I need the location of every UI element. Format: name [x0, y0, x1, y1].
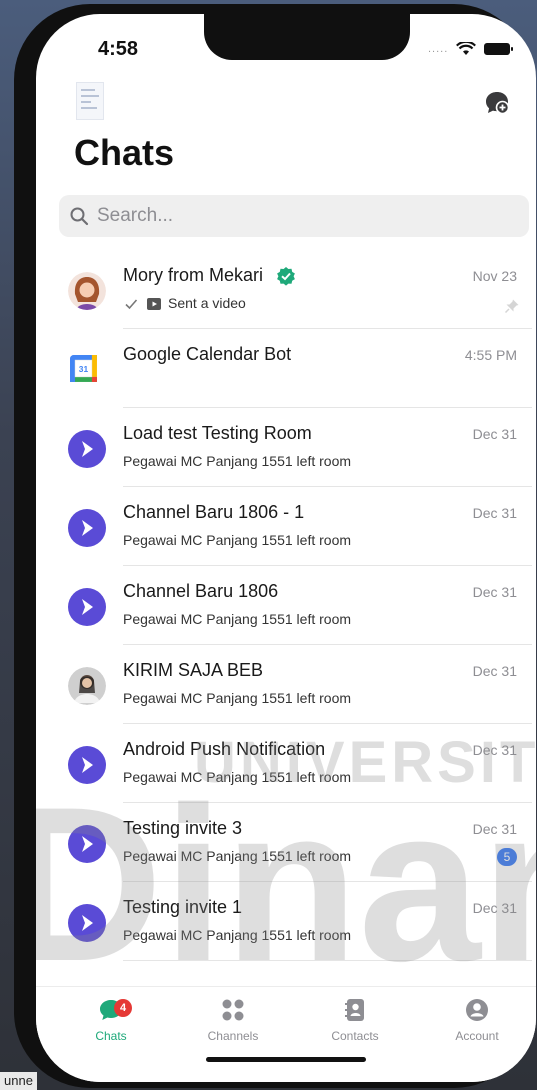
tab-chats[interactable]: 4 Chats	[56, 997, 166, 1043]
chat-row-testing-invite-3[interactable]: Testing invite 3 Pegawai MC Panjang 1551…	[36, 803, 536, 882]
contact-book-icon	[345, 999, 364, 1021]
status-indicators: .....	[428, 42, 514, 56]
person-avatar	[68, 272, 106, 310]
chat-subtitle: Pegawai MC Panjang 1551 left room	[123, 769, 352, 785]
brand-logo-avatar	[68, 430, 106, 468]
home-indicator[interactable]	[206, 1057, 366, 1062]
svg-text:31: 31	[79, 364, 89, 374]
chat-title: Mory from Mekari	[123, 265, 264, 285]
company-logo[interactable]	[76, 82, 104, 120]
photo-avatar	[68, 667, 106, 705]
chat-row-android-push-notification[interactable]: Android Push Notification Pegawai MC Pan…	[36, 724, 536, 803]
chat-time: Dec 31	[472, 584, 517, 600]
phone-frame: 4:58 ..... Chats Search... Mory from Mek…	[14, 4, 536, 1088]
tab-bar: 4 Chats Channels Contacts Account	[36, 986, 536, 1082]
chat-row-channel-baru-1806-1[interactable]: Channel Baru 1806 - 1 Pegawai MC Panjang…	[36, 487, 536, 566]
chat-title: Load test Testing Room	[123, 423, 312, 443]
grid-dots-icon	[222, 999, 244, 1021]
chat-subtitle: Pegawai MC Panjang 1551 left room	[123, 690, 352, 706]
tab-contacts[interactable]: Contacts	[300, 997, 410, 1043]
chat-row-kirim-saja-beb[interactable]: KIRIM SAJA BEB Pegawai MC Panjang 1551 l…	[36, 645, 536, 724]
battery-icon	[484, 43, 514, 55]
chat-time: Dec 31	[472, 742, 517, 758]
tab-label: Contacts	[331, 1029, 379, 1043]
chat-row-testing-invite-1[interactable]: Testing invite 1 Pegawai MC Panjang 1551…	[36, 882, 536, 961]
chat-title: Google Calendar Bot	[123, 344, 292, 364]
chat-row-channel-baru-1806[interactable]: Channel Baru 1806 Pegawai MC Panjang 155…	[36, 566, 536, 645]
chat-time: Dec 31	[472, 426, 517, 442]
chevron-right-icon	[82, 520, 93, 536]
brand-logo-avatar	[68, 509, 106, 547]
chevron-right-icon	[82, 599, 93, 615]
chat-subtitle: Pegawai MC Panjang 1551 left room	[123, 848, 352, 864]
row-divider	[123, 960, 532, 961]
chevron-right-icon	[82, 441, 93, 457]
chat-time: Dec 31	[472, 821, 517, 837]
read-check-icon	[125, 299, 138, 310]
brand-logo-avatar	[68, 746, 106, 784]
tab-badge: 4	[114, 999, 132, 1017]
chat-subtitle: Sent a video	[168, 295, 246, 311]
tab-label: Chats	[95, 1029, 127, 1043]
chat-subtitle: Pegawai MC Panjang 1551 left room	[123, 927, 352, 943]
phone-screen: 4:58 ..... Chats Search... Mory from Mek…	[36, 14, 536, 1082]
caption-text: unne	[0, 1072, 37, 1090]
chat-time: 4:55 PM	[464, 347, 517, 363]
chevron-right-icon	[82, 836, 93, 852]
unread-badge: 5	[497, 848, 517, 866]
search-bar[interactable]	[59, 195, 529, 237]
brand-logo-avatar	[68, 904, 106, 942]
chat-row-load-test-testing-room[interactable]: Load test Testing Room Pegawai MC Panjan…	[36, 408, 536, 487]
chat-time: Dec 31	[472, 505, 517, 521]
chevron-right-icon	[82, 757, 93, 773]
wifi-icon	[456, 42, 477, 55]
chat-list: Mory from Mekari Sent a video Nov 23 31 …	[36, 250, 536, 961]
chat-title: Channel Baru 1806	[123, 581, 279, 601]
brand-logo-avatar	[68, 588, 106, 626]
new-chat-icon[interactable]	[484, 90, 510, 116]
brand-logo-avatar	[68, 825, 106, 863]
chevron-right-icon	[82, 915, 93, 931]
tab-account[interactable]: Account	[422, 997, 532, 1043]
pin-icon	[504, 299, 519, 314]
search-icon	[70, 207, 89, 226]
notch	[204, 14, 410, 60]
status-time: 4:58	[98, 38, 139, 60]
tab-channels[interactable]: Channels	[178, 997, 288, 1043]
chat-title: Android Push Notification	[123, 739, 326, 759]
search-input[interactable]	[95, 204, 499, 228]
chat-subtitle: Pegawai MC Panjang 1551 left room	[123, 453, 352, 469]
chat-title: Testing invite 1	[123, 897, 243, 917]
tab-label: Channels	[207, 1029, 259, 1043]
chat-title: Channel Baru 1806 - 1	[123, 502, 305, 522]
chat-row-mory-from-mekari[interactable]: Mory from Mekari Sent a video Nov 23	[36, 250, 536, 329]
chat-time: Nov 23	[472, 268, 517, 284]
verified-badge-icon	[277, 267, 295, 286]
chat-time: Dec 31	[472, 900, 517, 916]
chat-subtitle: Pegawai MC Panjang 1551 left room	[123, 532, 352, 548]
user-circle-icon	[466, 999, 488, 1021]
chat-title: Testing invite 3	[123, 818, 243, 838]
chat-subtitle: Pegawai MC Panjang 1551 left room	[123, 611, 352, 627]
chat-row-google-calendar-bot[interactable]: 31 Google Calendar Bot 4:55 PM	[36, 329, 536, 408]
chat-title: KIRIM SAJA BEB	[123, 660, 264, 680]
signal-dots: .....	[428, 43, 449, 55]
chat-time: Dec 31	[472, 663, 517, 679]
video-icon	[147, 298, 161, 310]
tab-label: Account	[455, 1029, 499, 1043]
page-title: Chats	[74, 132, 175, 173]
google-calendar-icon: 31	[70, 355, 97, 382]
